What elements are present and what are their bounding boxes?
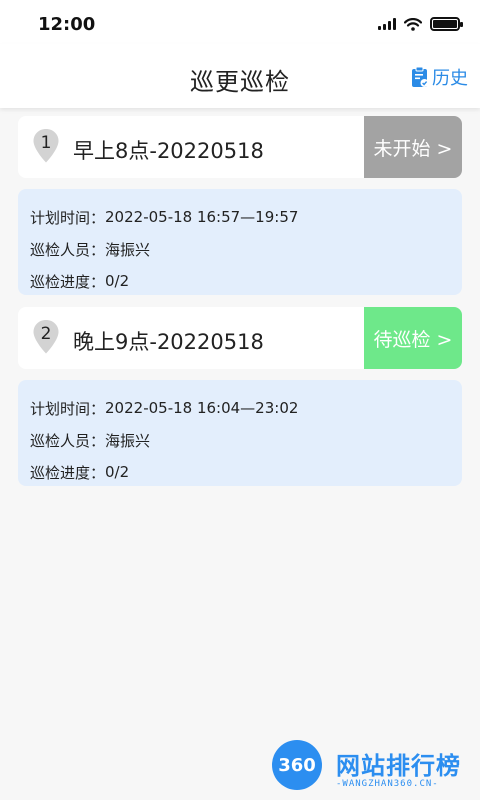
task-detail-card-2: 计划时间： 2022-05-18 16:04—23:02 巡检人员： 海振兴 巡… [18,380,462,486]
task-title: 早上8点-20220518 [73,139,264,163]
task-detail-card-1: 计划时间： 2022-05-18 16:57—19:57 巡检人员： 海振兴 巡… [18,189,462,295]
watermark-name: 网站排行榜 [336,752,461,780]
detail-row-plan-time: 计划时间： 2022-05-18 16:04—23:02 [30,392,462,424]
detail-label: 计划时间： [30,208,106,227]
clipboard-check-icon [412,66,429,87]
detail-value: 0/2 [105,272,130,290]
wifi-icon [404,17,422,31]
detail-value: 2022-05-18 16:04—23:02 [105,399,299,417]
task-card-2[interactable]: 2 晚上9点-20220518 待巡检 > [18,307,462,369]
detail-value: 海振兴 [105,240,151,259]
detail-row-inspector: 巡检人员： 海振兴 [30,233,462,265]
status-time: 12:00 [38,14,96,35]
watermark-logo: 360 [272,740,322,790]
history-label: 历史 [432,68,468,89]
detail-row-progress: 巡检进度： 0/2 [30,265,462,297]
detail-label: 巡检进度： [30,463,106,482]
detail-label: 巡检人员： [30,240,106,259]
task-card-1[interactable]: 1 早上8点-20220518 未开始 > [18,116,462,178]
detail-label: 计划时间： [30,399,106,418]
status-bar: 12:00 [0,0,480,44]
task-status-button[interactable]: 待巡检 > [364,307,462,369]
history-button[interactable]: 历史 [410,64,468,90]
task-number: 2 [40,324,52,344]
task-status-button[interactable]: 未开始 > [364,116,462,178]
watermark: 360 网站排行榜 -WANGZHAN360.CN- [272,738,472,794]
detail-value: 2022-05-18 16:57—19:57 [105,208,299,226]
detail-value: 海振兴 [105,431,151,450]
detail-value: 0/2 [105,463,130,481]
page-title: 巡更巡检 [190,68,290,96]
signal-icon [378,18,396,30]
watermark-url: -WANGZHAN360.CN- [336,779,439,789]
detail-row-inspector: 巡检人员： 海振兴 [30,424,462,456]
task-title: 晚上9点-20220518 [73,330,264,354]
detail-label: 巡检进度： [30,272,106,291]
task-number: 1 [40,133,52,153]
status-icons [378,17,463,31]
detail-row-progress: 巡检进度： 0/2 [30,456,462,488]
header: 巡更巡检 历史 [0,44,480,108]
detail-row-plan-time: 计划时间： 2022-05-18 16:57—19:57 [30,201,462,233]
detail-label: 巡检人员： [30,431,106,450]
battery-icon [430,17,463,31]
